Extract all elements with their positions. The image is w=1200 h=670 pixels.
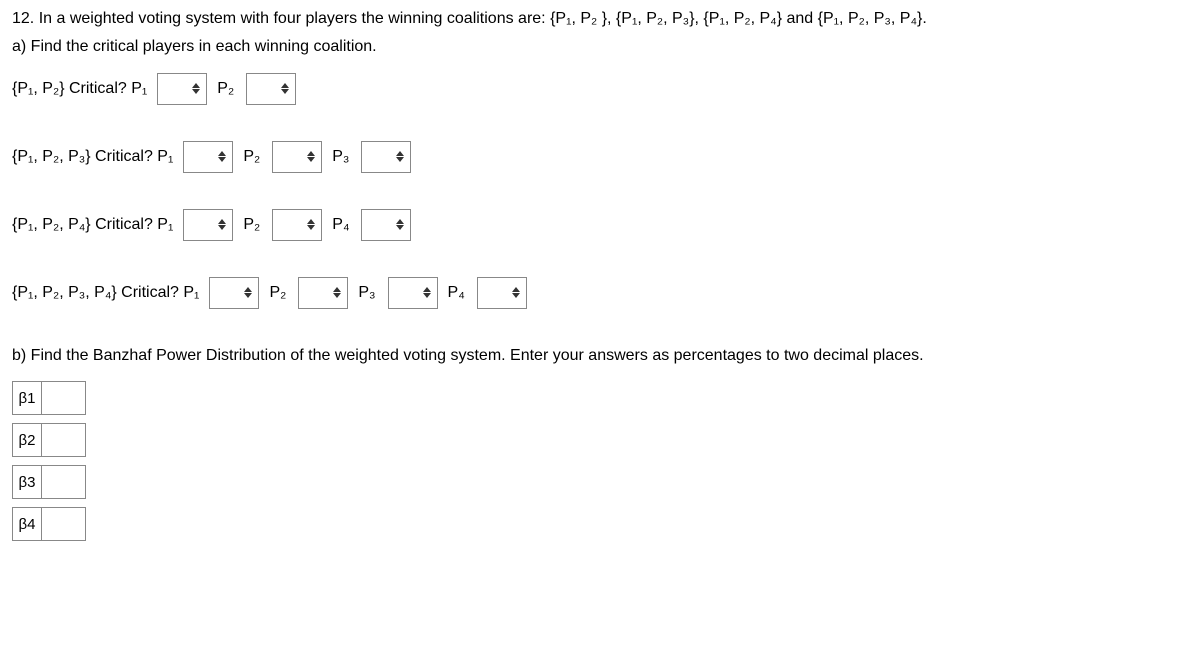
part-a-prompt: a) Find the critical players in each win… <box>12 36 1188 58</box>
beta4-input[interactable] <box>42 507 86 541</box>
player-label: P₂ <box>269 284 286 302</box>
beta3-label: β3 <box>12 465 42 499</box>
coalition-label: {P₁, P₂, P₃, P₄} Critical? P₁ <box>12 284 199 302</box>
critical-select-p3[interactable] <box>361 141 411 173</box>
player-label: P₂ <box>217 80 234 98</box>
updown-icon <box>244 287 258 298</box>
beta3-input[interactable] <box>42 465 86 499</box>
coalition-label: {P₁, P₂, P₃} Critical? P₁ <box>12 148 173 166</box>
critical-select-p3[interactable] <box>388 277 438 309</box>
beta-row: β1 <box>12 381 1188 415</box>
updown-icon <box>512 287 526 298</box>
critical-select-p2[interactable] <box>246 73 296 105</box>
beta1-label: β1 <box>12 381 42 415</box>
critical-select-p2[interactable] <box>272 209 322 241</box>
problem-statement: 12. In a weighted voting system with fou… <box>12 8 1188 30</box>
critical-select-p4[interactable] <box>477 277 527 309</box>
part-b-prompt: b) Find the Banzhaf Power Distribution o… <box>12 345 1188 367</box>
player-label: P₄ <box>332 216 349 234</box>
updown-icon <box>333 287 347 298</box>
updown-icon <box>281 83 295 94</box>
updown-icon <box>396 151 410 162</box>
beta2-input[interactable] <box>42 423 86 457</box>
critical-select-p1[interactable] <box>183 141 233 173</box>
player-label: P₄ <box>448 284 465 302</box>
updown-icon <box>218 151 232 162</box>
critical-select-p4[interactable] <box>361 209 411 241</box>
updown-icon <box>218 219 232 230</box>
updown-icon <box>307 151 321 162</box>
coalition-row: {P₁, P₂, P₄} Critical? P₁ P₂ P₄ <box>12 209 1188 241</box>
beta1-input[interactable] <box>42 381 86 415</box>
player-label: P₃ <box>332 148 349 166</box>
beta4-label: β4 <box>12 507 42 541</box>
beta2-label: β2 <box>12 423 42 457</box>
player-label: P₃ <box>358 284 375 302</box>
beta-row: β3 <box>12 465 1188 499</box>
coalition-row: {P₁, P₂, P₃} Critical? P₁ P₂ P₃ <box>12 141 1188 173</box>
coalition-row: {P₁, P₂, P₃, P₄} Critical? P₁ P₂ P₃ P₄ <box>12 277 1188 309</box>
critical-select-p1[interactable] <box>157 73 207 105</box>
critical-select-p2[interactable] <box>298 277 348 309</box>
updown-icon <box>307 219 321 230</box>
coalition-row: {P₁, P₂} Critical? P₁ P₂ <box>12 73 1188 105</box>
critical-select-p2[interactable] <box>272 141 322 173</box>
updown-icon <box>192 83 206 94</box>
critical-select-p1[interactable] <box>183 209 233 241</box>
player-label: P₂ <box>243 216 260 234</box>
beta-row: β4 <box>12 507 1188 541</box>
coalition-label: {P₁, P₂} Critical? P₁ <box>12 80 147 98</box>
updown-icon <box>396 219 410 230</box>
coalition-label: {P₁, P₂, P₄} Critical? P₁ <box>12 216 173 234</box>
beta-row: β2 <box>12 423 1188 457</box>
critical-select-p1[interactable] <box>209 277 259 309</box>
updown-icon <box>423 287 437 298</box>
player-label: P₂ <box>243 148 260 166</box>
